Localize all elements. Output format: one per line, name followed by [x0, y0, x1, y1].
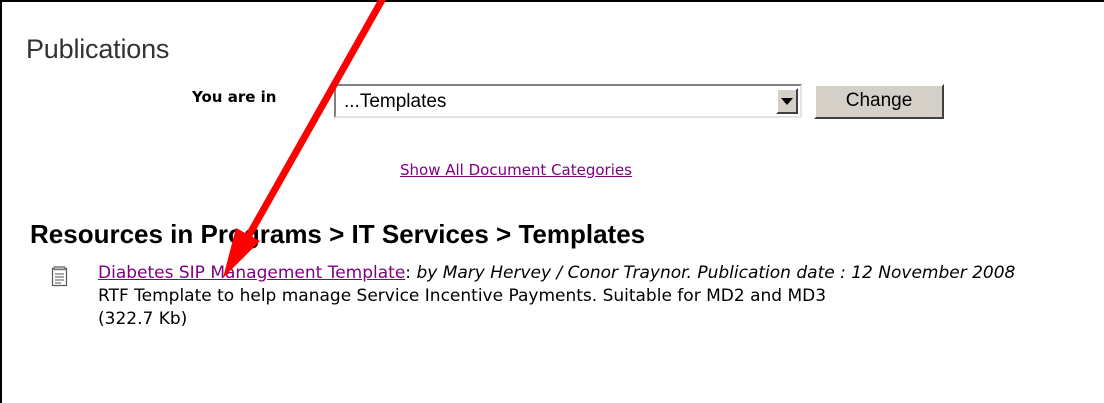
- document-icon: [51, 266, 69, 291]
- resource-link[interactable]: Diabetes SIP Management Template: [98, 263, 405, 283]
- chevron-down-icon: [781, 98, 793, 105]
- resource-meta: by Mary Hervey / Conor Traynor. Publicat…: [416, 263, 1016, 283]
- page-title: Publications: [26, 34, 170, 64]
- resource-separator: :: [405, 263, 412, 283]
- dropdown-button[interactable]: [776, 88, 798, 114]
- resource-size: (322.7 Kb): [98, 309, 188, 329]
- resource-item: Diabetes SIP Management Template: by Mar…: [98, 262, 1088, 331]
- resources-heading: Resources in Programs > IT Services > Te…: [30, 219, 646, 249]
- category-select-value: ...Templates: [344, 91, 447, 112]
- you-are-in-label: You are in: [192, 88, 277, 106]
- change-button[interactable]: Change: [814, 84, 944, 119]
- resource-description: RTF Template to help manage Service Ince…: [98, 286, 827, 306]
- show-all-categories-link[interactable]: Show All Document Categories: [400, 161, 632, 179]
- category-select[interactable]: ...Templates: [334, 84, 802, 118]
